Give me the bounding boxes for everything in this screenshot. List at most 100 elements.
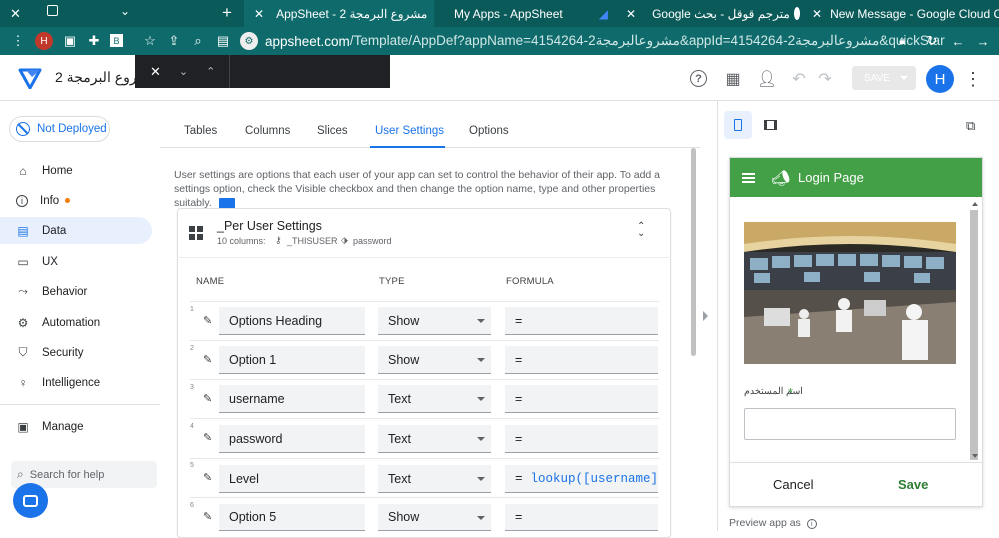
- google-favicon: [793, 7, 800, 20]
- close-tab-icon[interactable]: ✕: [626, 7, 636, 21]
- info-icon[interactable]: i: [806, 519, 817, 529]
- column-name-input[interactable]: password: [219, 425, 365, 453]
- find-previous-icon[interactable]: ⌃: [206, 65, 215, 78]
- edit-pencil-icon[interactable]: ✎: [203, 392, 215, 405]
- share-icon[interactable]: ⇪: [166, 33, 182, 49]
- nav-item-manage[interactable]: ▣ Manage: [0, 413, 152, 440]
- formula-input[interactable]: =: [505, 385, 658, 413]
- library-icon[interactable]: ▦: [723, 69, 743, 89]
- extension-icon[interactable]: ▣: [62, 33, 78, 49]
- column-type-select[interactable]: Text: [378, 425, 491, 453]
- reload-icon[interactable]: ↻: [924, 33, 940, 49]
- column-type-select[interactable]: Text: [378, 385, 491, 413]
- collapse-preview-icon[interactable]: [703, 311, 708, 321]
- column-name-input[interactable]: username: [219, 385, 365, 413]
- edit-pencil-icon[interactable]: ✎: [203, 431, 215, 444]
- formula-input[interactable]: = lookup([username],l: [505, 465, 658, 493]
- tab-options[interactable]: Options: [469, 125, 509, 137]
- column-type-select[interactable]: Show: [378, 504, 491, 531]
- edit-pencil-icon[interactable]: ✎: [203, 510, 215, 523]
- preview-scrollbar[interactable]: [970, 210, 978, 460]
- edit-pencil-icon[interactable]: ✎: [203, 353, 215, 366]
- undo-icon[interactable]: ↶: [789, 69, 809, 89]
- find-next-icon[interactable]: ⌄: [179, 65, 188, 78]
- row-divider: [190, 418, 659, 419]
- save-dropdown-icon[interactable]: [900, 76, 908, 80]
- profile-avatar-icon[interactable]: H: [35, 32, 53, 50]
- formula-input[interactable]: =: [505, 504, 658, 531]
- preview-scroll-down-icon[interactable]: [972, 454, 978, 458]
- mobile-preview-toggle[interactable]: [724, 111, 752, 139]
- help-icon[interactable]: ?: [690, 70, 707, 87]
- automation-icon: ⚙: [17, 315, 29, 330]
- site-info-icon[interactable]: ⚙: [240, 32, 258, 50]
- column-name-input[interactable]: Option 5: [219, 504, 365, 531]
- key-column: _THISUSER: [287, 236, 338, 246]
- add-user-icon[interactable]: 👤︎: [757, 69, 777, 89]
- nav-item-ux[interactable]: ▭ UX: [0, 248, 152, 275]
- hamburger-menu-icon[interactable]: [742, 172, 755, 183]
- card-header[interactable]: _Per User Settings 10 columns: ⚷ _THISUS…: [177, 208, 671, 258]
- tablet-preview-toggle[interactable]: [764, 120, 777, 130]
- cancel-button[interactable]: Cancel: [773, 477, 813, 492]
- main-scrollbar[interactable]: [691, 148, 696, 356]
- save-button[interactable]: SAVE: [852, 66, 916, 90]
- formula-input[interactable]: =: [505, 425, 658, 453]
- tab-user-settings[interactable]: User Settings: [375, 125, 444, 137]
- restore-window-icon[interactable]: [47, 5, 58, 16]
- tab-my-apps[interactable]: My Apps - AppSheet ◢: [440, 0, 608, 27]
- dropdown-arrow-icon: [477, 516, 485, 520]
- more-menu-icon[interactable]: ⋮: [963, 69, 983, 89]
- username-input[interactable]: [744, 408, 956, 440]
- column-name-input[interactable]: Option 1: [219, 346, 365, 374]
- puzzle-extensions-icon[interactable]: ✚: [86, 33, 102, 49]
- tab-columns[interactable]: Columns: [245, 125, 290, 137]
- not-deployed-icon: [16, 122, 30, 136]
- formula-input[interactable]: =: [505, 346, 658, 374]
- minimize-window-icon[interactable]: ⌄: [120, 4, 130, 18]
- extension-b-icon[interactable]: B: [110, 34, 123, 47]
- column-type-select[interactable]: Text: [378, 465, 491, 493]
- avatar[interactable]: H: [926, 65, 954, 93]
- edit-pencil-icon[interactable]: ✎: [203, 471, 215, 484]
- preview-scroll-up-icon[interactable]: [972, 202, 978, 206]
- address-bar[interactable]: appsheet.com/Template/AppDef?appName=415…: [265, 31, 945, 51]
- column-type-select[interactable]: Show: [378, 307, 491, 335]
- bookmark-star-icon[interactable]: ☆: [142, 33, 158, 49]
- nav-item-home[interactable]: ⌂ Home: [0, 157, 152, 184]
- column-name-input[interactable]: Level: [219, 465, 365, 493]
- nav-item-intelligence[interactable]: ♀ Intelligence: [0, 369, 152, 396]
- column-name-input[interactable]: Options Heading: [219, 307, 365, 335]
- column-type-select[interactable]: Show: [378, 346, 491, 374]
- formula-input[interactable]: =: [505, 307, 658, 335]
- kebab-menu-icon[interactable]: ⋮: [10, 33, 26, 49]
- chat-button[interactable]: [13, 483, 48, 518]
- cast-icon[interactable]: ▤: [215, 33, 231, 49]
- required-asterisk: *: [788, 385, 794, 400]
- preview-footer: Cancel Save: [730, 462, 982, 506]
- close-window-icon[interactable]: ✕: [10, 6, 21, 22]
- back-icon[interactable]: ←: [950, 33, 966, 49]
- close-tab-icon[interactable]: ✕: [812, 7, 822, 21]
- nav-item-info[interactable]: i Info: [0, 187, 152, 214]
- tab-google-cloud-message[interactable]: ✕ New Message - Google Cloud Co: [806, 0, 999, 27]
- nav-item-automation[interactable]: ⚙ Automation: [0, 309, 152, 336]
- close-tab-icon[interactable]: ✕: [254, 7, 264, 21]
- forward-icon[interactable]: →: [975, 33, 991, 49]
- expand-collapse-icon[interactable]: ⌃ ⌄: [637, 222, 645, 239]
- nav-item-data[interactable]: ▤ Data: [0, 217, 152, 244]
- zoom-icon[interactable]: ⌕: [190, 33, 206, 49]
- nav-item-behavior[interactable]: ⤳ Behavior: [0, 278, 152, 305]
- close-find-icon[interactable]: ✕: [150, 64, 161, 80]
- tab-appsheet-project[interactable]: ✕ مشروع البرمجة 2 - AppSheet ◢: [244, 0, 434, 27]
- tab-google-translate-search[interactable]: ✕ مترجم قوقل - بحث Google: [620, 0, 800, 27]
- redo-icon[interactable]: ↷: [815, 69, 835, 89]
- deploy-status-chip[interactable]: Not Deployed: [9, 116, 110, 142]
- edit-pencil-icon[interactable]: ✎: [203, 314, 215, 327]
- tab-slices[interactable]: Slices: [317, 125, 348, 137]
- nav-item-security[interactable]: ⛉ Security: [0, 339, 152, 366]
- save-button-preview[interactable]: Save: [898, 477, 928, 492]
- open-new-window-icon[interactable]: ⧉: [966, 118, 975, 134]
- new-tab-icon[interactable]: +: [222, 3, 232, 23]
- tab-tables[interactable]: Tables: [184, 125, 217, 137]
